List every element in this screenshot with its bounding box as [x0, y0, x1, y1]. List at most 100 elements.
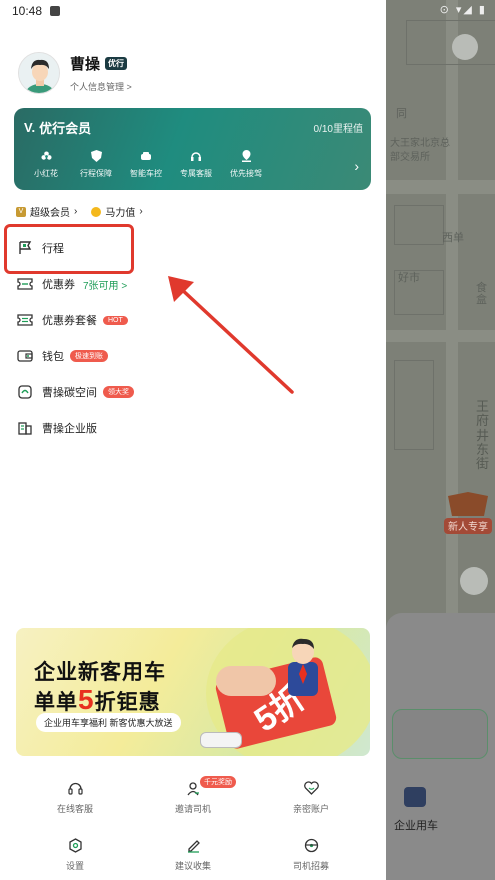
coin-icon [91, 206, 102, 217]
pin-icon [240, 150, 252, 162]
locate-button[interactable] [460, 567, 488, 595]
member-v-icon: V. [24, 120, 36, 135]
shortcut-label: 亲密账户 [292, 804, 329, 814]
member-card[interactable]: V. 优行会员 0/10里程值 小红花 行程保障 智能车控 专属客服 优先接驾 … [14, 108, 371, 190]
highlight-annotation-box [4, 224, 134, 274]
shortcut-feedback[interactable]: 建议收集 [134, 837, 252, 872]
banner-text: 折钜惠 [94, 691, 161, 714]
businessman-image [288, 638, 318, 696]
perk-label: 小红花 [34, 169, 58, 178]
shortcut-customer-service[interactable]: 在线客服 [16, 780, 134, 815]
menu-label: 曹操企业版 [42, 423, 97, 435]
profile-header[interactable]: 曹操 优行 个人信息管理 > [18, 52, 132, 94]
shortcut-label: 建议收集 [174, 861, 211, 871]
perk-item[interactable]: 智能车控 [128, 150, 164, 179]
map-label: 好市 [398, 272, 420, 284]
car-icon [140, 150, 152, 162]
settings-icon [67, 837, 83, 853]
new-user-label: 新人专享 [448, 520, 488, 533]
status-bar: 10:48 [12, 4, 61, 18]
enterprise-icon [16, 419, 34, 437]
menu-item-carbon[interactable]: 曹操碳空间 领大奖 [16, 374, 134, 410]
side-drawer: 10:48 曹操 优行 个人信息管理 > V. 优行会员 0/10里程值 小红花… [0, 0, 386, 880]
menu-item-enterprise[interactable]: 曹操企业版 [16, 410, 134, 446]
perk-item[interactable]: 专属客服 [178, 150, 214, 179]
map-label: 王府井东街 [476, 399, 490, 472]
menu-item-coupon-pack[interactable]: 优惠券套餐 HOT [16, 302, 134, 338]
steering-icon [303, 837, 319, 853]
map-block [406, 20, 495, 65]
perk-item[interactable]: 行程保障 [78, 150, 114, 179]
menu-label: 优惠券套餐 [42, 315, 97, 327]
pen-icon [185, 837, 201, 853]
map-label: 食盒 [476, 282, 487, 307]
reward-badge: 千元奖励 [200, 776, 236, 788]
perk-label: 智能车控 [130, 169, 162, 178]
perk-item[interactable]: 小红花 [28, 150, 64, 179]
status-icons: ⊙ ▾◢ ▮ [439, 4, 487, 16]
perk-label: 专属客服 [180, 169, 212, 178]
menu-label: 优惠券 [42, 279, 75, 291]
map-bottom-sheet: 企业用车 [386, 613, 495, 880]
destination-card[interactable] [392, 709, 488, 759]
user-name: 曹操 [70, 56, 101, 73]
avatar-icon [19, 53, 59, 93]
super-member-link[interactable]: V 超级会员 › [16, 204, 77, 219]
profile-manage-link[interactable]: 个人信息管理 > [70, 80, 132, 93]
shortcut-invite-driver[interactable]: 千元奖励 邀请司机 [134, 776, 252, 815]
perk-label: 行程保障 [80, 169, 112, 178]
banner-title: 企业新客用车 [34, 661, 166, 684]
mali-label: 马力值 [105, 208, 136, 219]
member-progress: 0/10里程值 [313, 124, 363, 135]
headset-icon [190, 150, 202, 162]
bottom-shortcuts: 在线客服 千元奖励 邀请司机 亲密账户 设置 建议收集 司机招募 [16, 776, 370, 880]
new-user-badge[interactable]: 新人专享 [440, 490, 495, 538]
chevron-right-icon: › [74, 206, 78, 217]
shortcut-driver-recruit[interactable]: 司机招募 [252, 837, 370, 872]
map-label: 部交易所 [390, 152, 430, 163]
banner-subtitle: 单单5折钜惠 [34, 684, 161, 716]
perk-label: 优先接驾 [230, 169, 262, 178]
annotation-arrow [168, 276, 294, 394]
member-perks: 小红花 行程保障 智能车控 专属客服 优先接驾 [28, 150, 264, 179]
banner-tagline: 企业用车享福利 新客优惠大放送 [36, 713, 181, 732]
chat-icon[interactable] [452, 34, 478, 60]
chevron-right-icon[interactable]: › [354, 158, 359, 174]
status-time: 10:48 [12, 4, 43, 18]
map-label: 大王家北京总 [390, 138, 450, 149]
hot-tag: HOT [103, 315, 128, 325]
shortcut-label: 邀请司机 [174, 804, 211, 814]
perk-item[interactable]: 优先接驾 [228, 150, 264, 179]
shortcut-label: 司机招募 [292, 861, 329, 871]
map-road [386, 180, 495, 194]
shortcut-settings[interactable]: 设置 [16, 837, 134, 872]
banner-discount-number: 5 [78, 684, 95, 715]
avatar[interactable] [18, 52, 60, 94]
wallet-tag: 极速到账 [70, 350, 108, 362]
mali-link[interactable]: 马力值 › [91, 204, 143, 219]
member-title: 优行会员 [39, 121, 92, 136]
shortcut-label: 在线客服 [56, 804, 93, 814]
vip-badge: 优行 [105, 57, 128, 70]
briefcase-icon[interactable] [404, 787, 426, 807]
shield-icon [90, 150, 102, 162]
hand-image [216, 666, 276, 696]
v-badge-icon: V [16, 206, 26, 217]
menu-item-wallet[interactable]: 钱包 极速到账 [16, 338, 134, 374]
shortcut-label: 设置 [65, 861, 84, 871]
coupon-icon [16, 275, 34, 293]
member-sub-row: V 超级会员 › 马力值 › [16, 204, 143, 219]
promo-banner[interactable]: 企业新客用车 单单5折钜惠 企业用车享福利 新客优惠大放送 5折 [16, 628, 370, 756]
heart-icon [303, 780, 319, 796]
wallet-icon [16, 347, 34, 365]
map-block [394, 360, 434, 450]
menu-label: 曹操碳空间 [42, 387, 97, 399]
shortcut-family-account[interactable]: 亲密账户 [252, 780, 370, 815]
notification-icon [50, 6, 61, 16]
carbon-tag: 领大奖 [103, 386, 134, 398]
super-member-label: 超级会员 [30, 208, 70, 219]
enterprise-car-label[interactable]: 企业用车 [394, 817, 438, 833]
headset-icon [67, 780, 83, 796]
invite-icon [185, 780, 201, 796]
map-label: 同 [396, 108, 407, 120]
